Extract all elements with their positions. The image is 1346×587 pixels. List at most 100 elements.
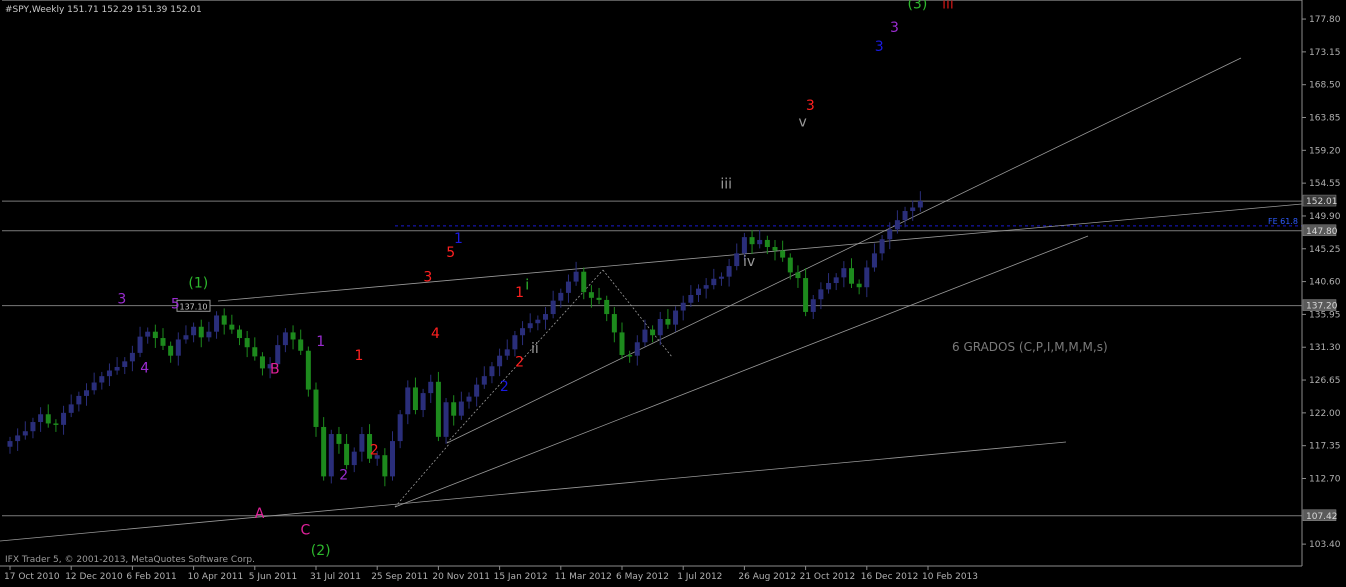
candle-body[interactable] <box>191 326 197 336</box>
candle-body[interactable] <box>106 370 112 377</box>
candle-body[interactable] <box>61 412 67 425</box>
candle-body[interactable] <box>435 381 441 437</box>
candle-body[interactable] <box>611 314 617 333</box>
candle-body[interactable] <box>772 247 778 251</box>
candle-body[interactable] <box>803 278 809 312</box>
candle-body[interactable] <box>871 253 877 268</box>
candle-body[interactable] <box>229 324 235 330</box>
candle-body[interactable] <box>520 328 526 336</box>
candle-body[interactable] <box>451 402 457 416</box>
candle-body[interactable] <box>543 314 548 320</box>
candle-body[interactable] <box>650 329 656 336</box>
candle-body[interactable] <box>688 294 694 303</box>
candle-body[interactable] <box>818 289 824 300</box>
candle-body[interactable] <box>68 404 74 413</box>
candle-body[interactable] <box>910 207 916 212</box>
candle-body[interactable] <box>252 347 258 357</box>
candle-body[interactable] <box>642 329 648 343</box>
candle-body[interactable] <box>321 426 327 477</box>
candle-body[interactable] <box>581 271 587 293</box>
candle-body[interactable] <box>879 239 885 254</box>
candle-body[interactable] <box>864 267 870 288</box>
candle-body[interactable] <box>45 414 51 424</box>
candle-body[interactable] <box>902 211 908 221</box>
candle-body[interactable] <box>397 414 403 442</box>
candle-body[interactable] <box>573 271 579 282</box>
candle-body[interactable] <box>198 326 204 338</box>
candle-body[interactable] <box>129 352 135 362</box>
candle-body[interactable] <box>175 339 181 356</box>
candle-body[interactable] <box>497 355 503 367</box>
candle-body[interactable] <box>489 366 495 377</box>
candle-body[interactable] <box>15 435 21 442</box>
candle-body[interactable] <box>290 332 296 340</box>
price-chart[interactable]: FE 61.8 137.10(3) iii333viiiiv(1)5341BAC(… <box>0 0 1346 587</box>
candle-body[interactable] <box>673 310 679 325</box>
candle-body[interactable] <box>84 390 89 396</box>
candle-body[interactable] <box>856 283 862 288</box>
candle-body[interactable] <box>718 276 724 279</box>
candle-body[interactable] <box>550 300 556 315</box>
candle-body[interactable] <box>604 299 610 315</box>
candle-body[interactable] <box>221 315 227 325</box>
candle-body[interactable] <box>305 350 311 390</box>
candle-body[interactable] <box>7 441 13 447</box>
candle-body[interactable] <box>512 335 518 350</box>
candle-body[interactable] <box>619 332 625 355</box>
candle-body[interactable] <box>412 387 418 411</box>
candle-body[interactable] <box>741 237 747 254</box>
candle-body[interactable] <box>443 402 449 437</box>
candle-body[interactable] <box>826 283 832 290</box>
candle-body[interactable] <box>122 361 128 367</box>
candle-body[interactable] <box>428 381 434 394</box>
candle-body[interactable] <box>795 272 801 279</box>
candle-body[interactable] <box>680 302 686 311</box>
candle-body[interactable] <box>887 229 893 240</box>
candle-body[interactable] <box>359 434 365 452</box>
candle-body[interactable] <box>160 338 166 346</box>
candle-body[interactable] <box>696 288 701 295</box>
candle-body[interactable] <box>726 266 732 277</box>
candle-body[interactable] <box>382 455 388 477</box>
candle-body[interactable] <box>259 356 265 369</box>
candle-body[interactable] <box>527 323 533 329</box>
candle-body[interactable] <box>168 345 174 356</box>
candle-body[interactable] <box>917 201 923 208</box>
candle-body[interactable] <box>596 297 602 300</box>
candle-body[interactable] <box>634 342 640 356</box>
candle-body[interactable] <box>344 443 350 466</box>
candle-body[interactable] <box>244 338 250 348</box>
candle-body[interactable] <box>757 239 763 245</box>
candle-body[interactable] <box>420 393 426 411</box>
candle-body[interactable] <box>336 434 342 444</box>
candle-body[interactable] <box>474 384 480 397</box>
candle-body[interactable] <box>849 268 854 284</box>
candle-body[interactable] <box>91 382 97 391</box>
candle-body[interactable] <box>282 332 288 346</box>
candle-body[interactable] <box>565 281 571 293</box>
candle-body[interactable] <box>558 292 564 301</box>
candle-body[interactable] <box>458 401 464 416</box>
candle-body[interactable] <box>665 318 671 325</box>
candle-body[interactable] <box>627 354 633 357</box>
candle-body[interactable] <box>535 319 541 324</box>
candle-body[interactable] <box>749 237 755 245</box>
candle-body[interactable] <box>734 253 740 267</box>
candle-body[interactable] <box>313 389 319 427</box>
candle-body[interactable] <box>833 277 839 283</box>
candle-body[interactable] <box>298 339 304 351</box>
candle-body[interactable] <box>351 451 357 466</box>
candle-body[interactable] <box>588 292 594 298</box>
candle-body[interactable] <box>405 387 411 415</box>
candle-body[interactable] <box>237 329 242 339</box>
candle-body[interactable] <box>894 220 900 230</box>
candle-body[interactable] <box>780 250 786 258</box>
candle-body[interactable] <box>206 331 212 338</box>
candle-body[interactable] <box>810 299 816 312</box>
candle-body[interactable] <box>76 395 82 405</box>
candle-body[interactable] <box>328 434 334 477</box>
candle-body[interactable] <box>657 318 663 336</box>
candle-body[interactable] <box>390 441 395 477</box>
candle-body[interactable] <box>137 336 143 353</box>
candle-body[interactable] <box>22 431 28 436</box>
